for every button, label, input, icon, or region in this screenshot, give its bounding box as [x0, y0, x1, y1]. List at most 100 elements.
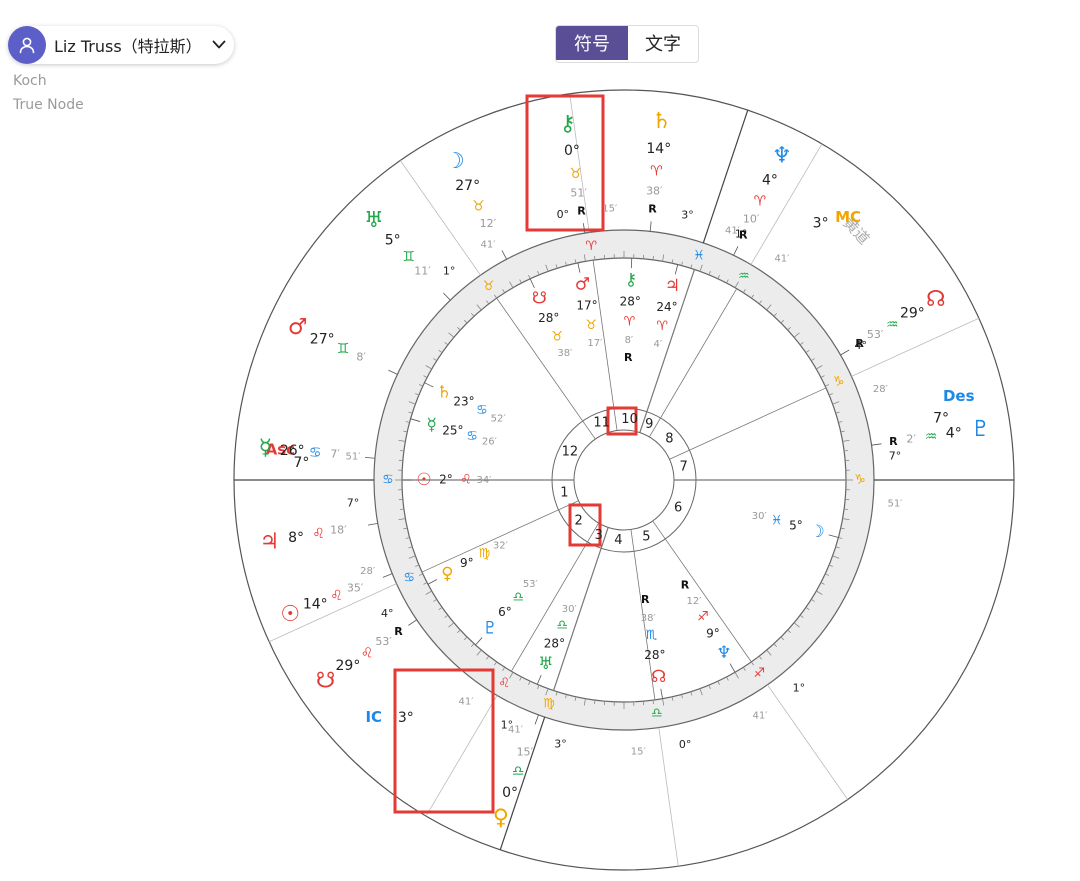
- cusp-minute: 15′: [602, 203, 618, 214]
- transit-pointer: [840, 349, 850, 356]
- cusp-degree: 7°: [347, 497, 360, 510]
- natal-planet-degree: 5°: [789, 519, 803, 533]
- symbols-view-button[interactable]: 符号: [556, 26, 628, 60]
- transit-retrograde-mark: R: [577, 204, 586, 217]
- natal-planet-glyph: ♇: [483, 619, 498, 639]
- transit-planet-glyph: ♂: [288, 315, 308, 340]
- natal-pointer: [536, 674, 542, 685]
- natal-planet-sign: ♓: [771, 513, 783, 528]
- transit-pointer: [443, 292, 451, 301]
- house-cusp-line: [421, 500, 579, 573]
- cusp-degree: 3°: [554, 737, 567, 750]
- transit-planet-degree: 26°: [280, 443, 305, 459]
- natal-pointer: [674, 264, 679, 275]
- natal-planet-minute: 30′: [752, 511, 768, 522]
- transit-planet-glyph: ☉: [280, 602, 300, 627]
- cusp-degree: 0°: [557, 208, 570, 221]
- cusp-degree: 1°: [793, 681, 806, 694]
- house-number: 12: [562, 444, 579, 459]
- highlight-box: [393, 668, 495, 814]
- natal-pointer: [427, 579, 438, 585]
- house-number: 8: [665, 432, 673, 447]
- transit-planet-sign: ♊: [337, 341, 350, 357]
- transit-planet-sign: ♉: [569, 166, 582, 182]
- text-view-button[interactable]: 文字: [628, 26, 698, 60]
- natal-retrograde-mark: R: [681, 579, 690, 592]
- astrology-chart-wheel: 123 4 56789101112黄道Asc7°MC3°Des7°IC 3°7°♋51…: [233, 89, 1015, 871]
- house-number: 9: [645, 417, 653, 432]
- degree-tick: [844, 508, 849, 510]
- transit-planet-degree: 27°: [455, 178, 480, 194]
- natal-planet-minute: 17′: [587, 338, 603, 349]
- natal-planet-sign: ♈: [624, 315, 636, 330]
- cusp-sign: ♌: [498, 676, 510, 691]
- natal-planet-sign: ♎: [556, 618, 568, 633]
- angle-label: MC: [835, 208, 861, 226]
- cusp-sign: ♉: [483, 279, 495, 294]
- natal-planet-glyph: ☿: [427, 415, 437, 435]
- natal-planet-degree: 2°: [439, 473, 453, 487]
- natal-planet-minute: 26′: [482, 436, 498, 447]
- transit-planet-degree: 0°: [564, 143, 580, 159]
- cusp-minute: 41′: [481, 239, 497, 250]
- transit-planet-glyph: ♆: [772, 143, 792, 168]
- natal-planet-glyph: ♅: [538, 654, 553, 674]
- transit-planet-glyph: ♇: [971, 417, 991, 442]
- transit-planet-minute: 18′: [330, 523, 347, 536]
- center-circle: [573, 429, 675, 531]
- transit-retrograde-mark: R: [889, 435, 898, 448]
- natal-planet-glyph: ♃: [665, 276, 680, 296]
- transit-planet-sign: ♒: [925, 429, 938, 445]
- cusp-minute: 41′: [508, 724, 524, 735]
- cusp-degree: 7°: [889, 449, 902, 462]
- node-type-label: True Node: [13, 97, 84, 113]
- transit-planet-sign: ♋: [309, 445, 322, 461]
- transit-planet-sign: ♈: [650, 164, 663, 180]
- natal-planet-degree: 28°: [620, 295, 641, 309]
- transit-planet-glyph: ☊: [926, 287, 946, 312]
- degree-tick: [652, 700, 654, 705]
- house-cusp-line: [669, 387, 827, 460]
- transit-retrograde-mark: R: [855, 337, 864, 350]
- transit-retrograde-mark: R: [648, 202, 657, 215]
- profile-selector[interactable]: Liz Truss（特拉斯）: [8, 26, 234, 64]
- cusp-minute: 41′: [774, 254, 790, 265]
- natal-planet-sign: ♉: [585, 318, 597, 333]
- natal-planet-glyph: ☋: [532, 289, 547, 309]
- house-number: 7: [679, 460, 687, 475]
- transit-planet-minute: 8′: [356, 350, 366, 363]
- transit-pointer: [364, 456, 375, 459]
- angle-label: IC: [365, 708, 382, 726]
- transit-planet-glyph: ⚷: [560, 111, 576, 136]
- natal-planet-sign: ♍: [479, 547, 491, 562]
- transit-pointer: [534, 714, 539, 725]
- natal-planet-glyph: ♀: [441, 564, 453, 584]
- cusp-minute: 41′: [459, 696, 475, 707]
- house-number: 6: [674, 501, 682, 516]
- cusp-minute: 28′: [873, 384, 889, 395]
- natal-planet-degree: 28°: [644, 648, 665, 662]
- house-cusp-line-outer: [658, 727, 679, 867]
- cusp-sign: ♋: [403, 570, 415, 585]
- transit-planet-minute: 10′: [743, 212, 760, 225]
- natal-pointer: [410, 418, 421, 422]
- natal-pointer: [529, 278, 535, 289]
- avatar: [8, 26, 46, 64]
- natal-planet-minute: 38′: [641, 613, 657, 624]
- degree-tick: [844, 450, 849, 452]
- natal-planet-minute: 52′: [491, 414, 507, 425]
- natal-planet-sign: ♋: [466, 429, 478, 444]
- transit-pointer: [408, 619, 417, 626]
- transit-planet-sign: ♉: [472, 198, 485, 214]
- natal-pointer: [660, 688, 663, 699]
- natal-planet-minute: 53′: [523, 579, 539, 590]
- house-cusp-line-outer: [702, 109, 749, 244]
- natal-planet-degree: 9°: [460, 556, 474, 570]
- house-cusp-line-outer: [851, 317, 980, 377]
- transit-planet-minute: 38′: [646, 185, 663, 198]
- cusp-minute: 28′: [360, 566, 376, 577]
- cusp-minute: 15′: [631, 747, 647, 758]
- house-number: 10: [621, 412, 638, 427]
- natal-planet-sign: ♌: [460, 473, 472, 488]
- cusp-sign: ♑: [854, 473, 866, 488]
